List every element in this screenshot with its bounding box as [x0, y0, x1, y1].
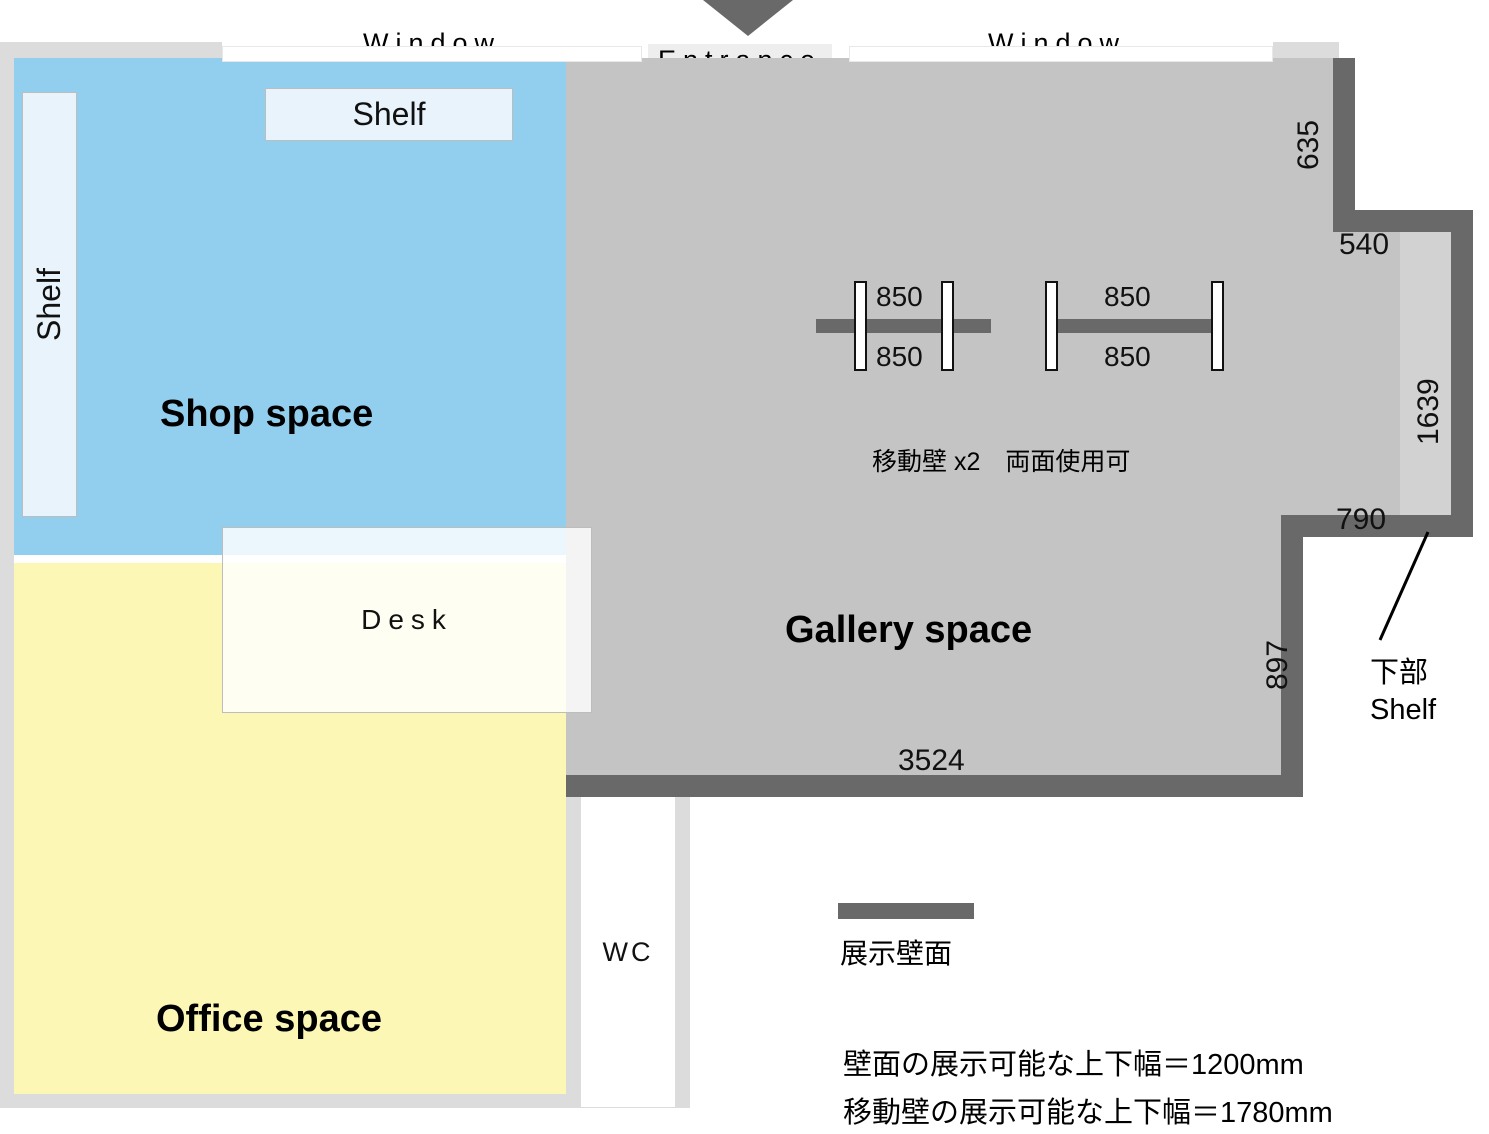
- movable-wall-1-bar: [816, 319, 991, 333]
- legend-swatch-display-wall: [838, 903, 974, 919]
- movable-wall-2-cap-left: [1045, 281, 1058, 371]
- room-title-office: Office space: [156, 998, 382, 1040]
- movable-wall-note: 移動壁 x2 両面使用可: [872, 448, 1131, 476]
- room-title-gallery: Gallery space: [785, 609, 1033, 651]
- exterior-wall-left: [0, 42, 14, 1108]
- exterior-wall-top-right: [1273, 42, 1339, 58]
- down-arrow-icon: [693, 0, 803, 36]
- window-bar-right: [849, 46, 1273, 62]
- legend-label-display-wall: 展示壁面: [840, 938, 953, 969]
- dimension-540: 540: [1339, 228, 1390, 261]
- wc-label: WC: [602, 936, 654, 967]
- lower-shelf-callout: 下部 Shelf: [1370, 655, 1436, 729]
- window-bar-left: [222, 46, 642, 62]
- shelf-top: Shelf: [265, 88, 513, 141]
- movable-wall-2-cap-right: [1211, 281, 1224, 371]
- room-wc: WC: [581, 797, 675, 1107]
- dimension-1639: 1639: [1412, 378, 1445, 445]
- movable-wall-2-dim-bottom: 850: [1104, 341, 1151, 372]
- movable-wall-1-dim-top: 850: [876, 281, 923, 312]
- dimension-897: 897: [1261, 639, 1294, 690]
- movable-wall-1-cap-right: [941, 281, 954, 371]
- room-title-shop: Shop space: [160, 393, 374, 435]
- movable-wall-1-cap-left: [854, 281, 867, 371]
- shelf-top-label: Shelf: [352, 96, 426, 132]
- exterior-wall-top-left: [0, 42, 222, 58]
- display-wall-alcove-right: [1451, 210, 1473, 537]
- room-gallery-space: [566, 58, 1303, 775]
- display-wall-right-upper: [1333, 58, 1355, 224]
- dimension-635: 635: [1292, 119, 1325, 170]
- desk-label: Desk: [361, 604, 453, 635]
- shelf-left-label: Shelf: [31, 268, 67, 341]
- shelf-left: Shelf: [22, 92, 77, 517]
- lower-shelf-callout-line1: 下部: [1370, 657, 1429, 689]
- movable-wall-1-dim-bottom: 850: [876, 341, 923, 372]
- floor-plan-canvas: Window Entrance Window Shelf Shelf Desk …: [0, 0, 1489, 1134]
- movable-wall-2-dim-top: 850: [1104, 281, 1151, 312]
- desk: Desk: [222, 527, 592, 713]
- movable-wall-2-bar: [1045, 319, 1223, 333]
- note-movable-wall-height: 移動壁の展示可能な上下幅＝1780mm: [843, 1097, 1333, 1129]
- note-wall-height: 壁面の展示可能な上下幅＝1200mm: [843, 1049, 1304, 1081]
- callout-leader-line: [1378, 531, 1430, 641]
- lower-shelf-callout-line2: Shelf: [1370, 694, 1437, 727]
- dimension-3524: 3524: [898, 744, 965, 777]
- display-wall-bottom: [566, 775, 1303, 797]
